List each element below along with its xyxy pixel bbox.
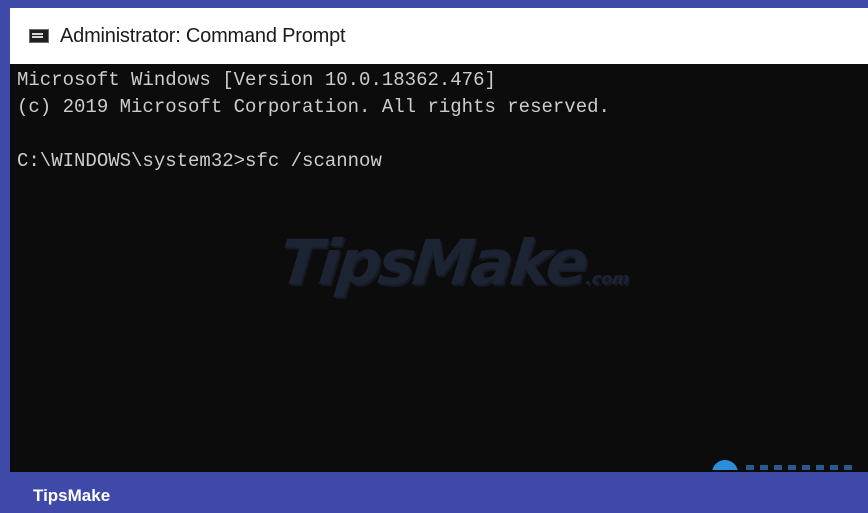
watermark-text: TipsMake xyxy=(276,226,590,299)
footer-brand-label: TipsMake xyxy=(33,486,111,505)
command-prompt-window: Administrator: Command Prompt Microsoft … xyxy=(10,8,868,472)
console-line: (c) 2019 Microsoft Corporation. All righ… xyxy=(17,96,610,118)
corner-logo-icon xyxy=(712,460,862,470)
window-title: Administrator: Command Prompt xyxy=(60,24,346,47)
console-line: C:\WINDOWS\system32>sfc /scannow xyxy=(17,150,382,172)
logo-text-fragment xyxy=(746,465,856,470)
watermark-suffix: .com xyxy=(584,269,630,288)
footer-brand-bar: TipsMake xyxy=(0,472,868,513)
cmd-icon xyxy=(29,29,49,43)
title-bar[interactable]: Administrator: Command Prompt xyxy=(10,8,868,64)
console-line: Microsoft Windows [Version 10.0.18362.47… xyxy=(17,69,496,91)
tipsmake-watermark: TipsMake.com xyxy=(276,226,634,299)
logo-circle-icon xyxy=(712,460,738,470)
